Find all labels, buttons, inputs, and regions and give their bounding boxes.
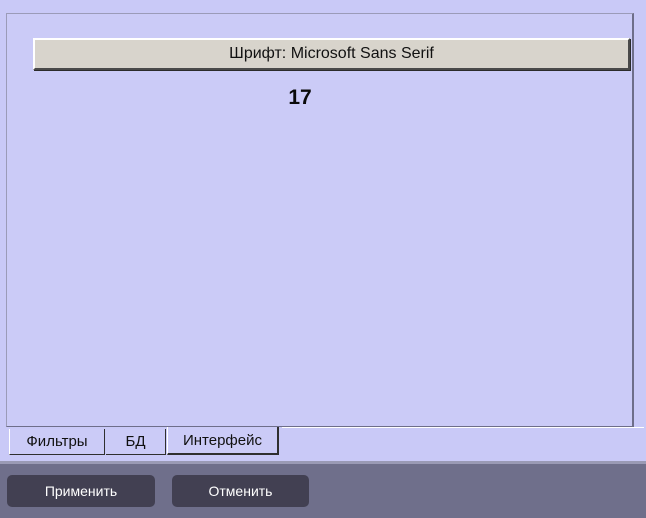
- tab-interface[interactable]: Интерфейс: [167, 427, 279, 455]
- tab-bar-divider: [282, 427, 644, 428]
- font-select-button[interactable]: Шрифт: Microsoft Sans Serif: [33, 38, 630, 70]
- tab-filters[interactable]: Фильтры: [9, 429, 105, 455]
- tab-db[interactable]: БД: [106, 429, 166, 455]
- font-size-value: 17: [288, 86, 312, 109]
- settings-window: Шрифт: Microsoft Sans Serif 17 Фильтры Б…: [0, 0, 646, 518]
- apply-button[interactable]: Применить: [7, 475, 155, 507]
- tab-bar: Фильтры БД Интерфейс: [9, 427, 644, 455]
- cancel-button[interactable]: Отменить: [172, 475, 309, 507]
- interface-tab-panel: [6, 13, 634, 427]
